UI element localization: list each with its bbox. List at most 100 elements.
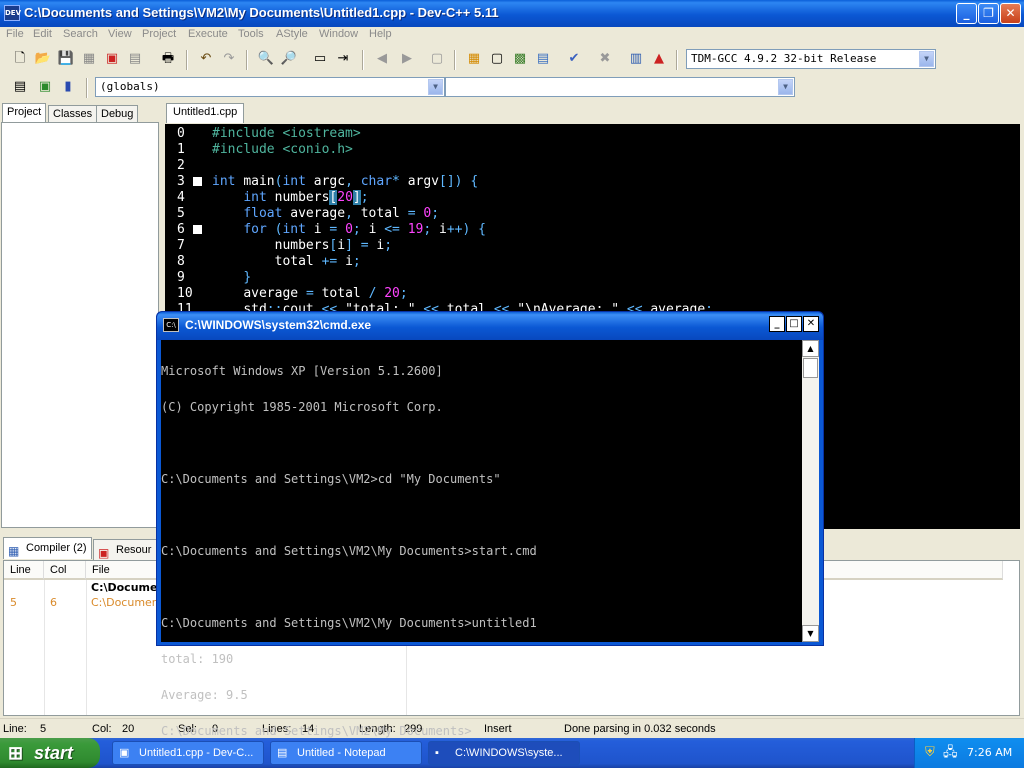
new-file-icon[interactable]: 🗋: [10, 49, 30, 69]
save-icon[interactable]: 💾: [56, 49, 76, 69]
cmd-scrollbar[interactable]: ▲ ▼: [802, 340, 819, 642]
undo-icon[interactable]: ↶: [196, 49, 216, 69]
profile-icon[interactable]: ▥: [626, 49, 646, 69]
chevron-down-icon[interactable]: ▼: [428, 79, 443, 95]
line-number: 8: [177, 254, 185, 269]
console-line: total: 190: [161, 652, 234, 666]
save-all-icon[interactable]: ▦: [79, 49, 99, 69]
tab-project[interactable]: Project: [2, 103, 47, 123]
console-line: C:\Documents and Settings\VM2>cd "My Doc…: [161, 472, 501, 486]
toggle-comment-icon[interactable]: ▢: [427, 49, 447, 69]
redo-icon[interactable]: ↷: [219, 49, 239, 69]
menu-window[interactable]: Window: [319, 28, 358, 40]
cmd-close-button[interactable]: ✕: [803, 316, 819, 332]
scope-select[interactable]: (globals) ▼: [95, 77, 445, 97]
find-icon[interactable]: 🔍: [256, 49, 276, 69]
code-line: total += i;: [274, 254, 361, 269]
devcpp-taskbar-icon: ▣: [119, 747, 130, 759]
scroll-up-icon[interactable]: ▲: [802, 340, 819, 357]
menu-file[interactable]: File: [6, 28, 24, 40]
cmd-window[interactable]: C:\ C:\WINDOWS\system32\cmd.exe _ □ ✕ Mi…: [156, 311, 824, 737]
line-number: 10: [177, 286, 193, 301]
column-header-col[interactable]: Col: [44, 561, 86, 580]
compiler-tab-icon: ▦: [8, 544, 20, 558]
open-file-icon[interactable]: 📂: [33, 49, 53, 69]
code-line: int main(int argc, char* argv[]) {: [212, 174, 479, 189]
function-select[interactable]: ▼: [445, 77, 795, 97]
column-divider: [44, 580, 45, 715]
scroll-thumb[interactable]: [803, 358, 818, 378]
chevron-down-icon[interactable]: ▼: [778, 79, 793, 95]
system-tray: ⛨ 🖧 7:26 AM: [914, 738, 1024, 768]
maximize-button[interactable]: ❐: [978, 3, 999, 24]
fold-marker-icon[interactable]: [193, 225, 202, 234]
menu-help[interactable]: Help: [369, 28, 392, 40]
insert-icon[interactable]: ▣: [35, 77, 55, 97]
close-button[interactable]: ✕: [1000, 3, 1021, 24]
fold-marker-icon[interactable]: [193, 177, 202, 186]
run-icon[interactable]: ▢: [487, 49, 507, 69]
close-all-icon[interactable]: ▤: [125, 49, 145, 69]
compiler-select[interactable]: TDM-GCC 4.9.2 32-bit Release ▼: [686, 49, 936, 69]
start-button[interactable]: ⊞ start: [0, 738, 100, 768]
delete-profile-icon[interactable]: ▲: [649, 49, 669, 69]
column-header-line[interactable]: Line: [4, 561, 44, 580]
tab-classes[interactable]: Classes: [48, 105, 98, 123]
rebuild-all-icon[interactable]: ▤: [533, 49, 553, 69]
print-icon[interactable]: 🖶: [158, 49, 178, 69]
goto-line-icon[interactable]: ⇥: [333, 49, 353, 69]
network-icon[interactable]: 🖧: [943, 738, 958, 768]
clock[interactable]: 7:26 AM: [967, 738, 1012, 768]
tab-resources[interactable]: ▣ Resour: [93, 539, 157, 561]
chevron-down-icon[interactable]: ▼: [919, 51, 934, 67]
tab-compiler[interactable]: ▦ Compiler (2): [3, 537, 92, 559]
column-divider: [86, 580, 87, 715]
cmd-title-bar[interactable]: C:\ C:\WINDOWS\system32\cmd.exe _ □ ✕: [157, 312, 823, 340]
compile-run-icon[interactable]: ▩: [510, 49, 530, 69]
start-label: start: [34, 743, 74, 763]
compile-icon[interactable]: ▦: [464, 49, 484, 69]
unindent-icon[interactable]: ▶: [397, 49, 417, 69]
syntax-check-icon[interactable]: ✔: [564, 49, 584, 69]
stop-execution-icon[interactable]: ✖: [595, 49, 615, 69]
menu-edit[interactable]: Edit: [33, 28, 52, 40]
project-tree-pane[interactable]: [1, 122, 159, 528]
menu-project[interactable]: Project: [142, 28, 176, 40]
row-line: 5: [10, 596, 17, 609]
code-line: #include <iostream>: [212, 126, 361, 141]
scroll-down-icon[interactable]: ▼: [802, 625, 819, 642]
console-line: Average: 9.5: [161, 688, 248, 702]
close-file-icon[interactable]: ▣: [102, 49, 122, 69]
line-number: 6: [177, 222, 185, 237]
find-in-files-icon[interactable]: ▭: [310, 49, 330, 69]
tab-debug[interactable]: Debug: [96, 105, 139, 123]
scope-select-value: (globals): [100, 80, 160, 93]
window-title: C:\Documents and Settings\VM2\My Documen…: [24, 5, 499, 20]
menu-search[interactable]: Search: [63, 28, 98, 40]
toggle-bookmark-icon[interactable]: ▮: [58, 77, 78, 97]
compiler-select-value: TDM-GCC 4.9.2 32-bit Release: [691, 52, 877, 65]
security-shield-icon[interactable]: ⛨: [925, 738, 935, 768]
cmd-console[interactable]: Microsoft Windows XP [Version 5.1.2600] …: [161, 340, 819, 737]
editor-tab-untitled1[interactable]: Untitled1.cpp: [166, 103, 245, 123]
main-toolbar: 🗋 📂 💾 ▦ ▣ ▤ 🖶 ↶ ↷ 🔍 🔎 ▭ ⇥ ◀ ▶ ▢ ▦ ▢ ▩ ▤ …: [0, 45, 1024, 73]
indent-icon[interactable]: ◀: [372, 49, 392, 69]
resources-tab-icon: ▣: [98, 546, 110, 560]
menu-execute[interactable]: Execute: [188, 28, 228, 40]
cmd-maximize-button[interactable]: □: [786, 316, 802, 332]
toolbar-separator: [454, 50, 456, 70]
cmd-minimize-button[interactable]: _: [769, 316, 785, 332]
menu-tools[interactable]: Tools: [238, 28, 264, 40]
status-line: 5: [40, 723, 47, 735]
status-col-label: Col:: [92, 723, 112, 735]
status-col: 20: [122, 723, 135, 735]
replace-icon[interactable]: 🔎: [279, 49, 299, 69]
menu-astyle[interactable]: AStyle: [276, 28, 308, 40]
window-title-bar[interactable]: DEV C:\Documents and Settings\VM2\My Doc…: [0, 0, 1024, 27]
menu-view[interactable]: View: [108, 28, 132, 40]
status-line-label: Line:: [3, 723, 27, 735]
new-class-icon[interactable]: ▤: [10, 77, 30, 97]
line-number: 3: [177, 174, 185, 189]
minimize-button[interactable]: _: [956, 3, 977, 24]
